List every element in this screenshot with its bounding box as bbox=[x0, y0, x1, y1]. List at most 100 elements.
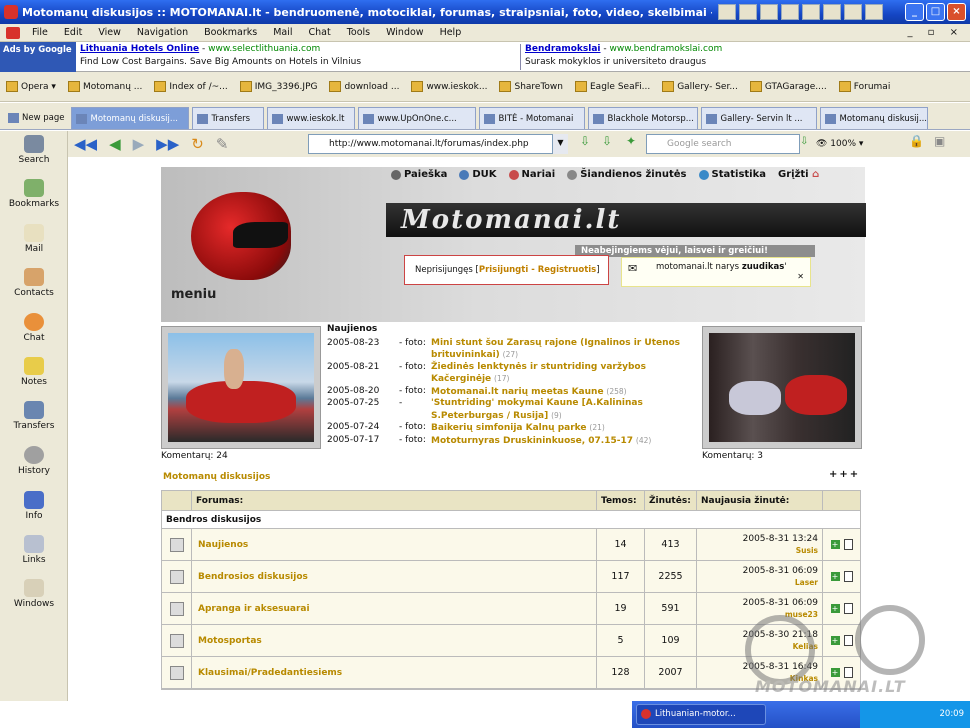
search-go-icon[interactable]: ⇩ bbox=[800, 136, 808, 147]
panel-windows[interactable]: Windows bbox=[0, 579, 68, 609]
tab-item[interactable]: Motomanų diskusij... bbox=[820, 107, 929, 129]
rewind-icon[interactable]: ◀◀ bbox=[74, 135, 97, 153]
nav-home[interactable]: Grįžti ⌂ bbox=[778, 169, 819, 180]
bookmark-item[interactable]: Index of /~... bbox=[154, 81, 228, 92]
panel-info[interactable]: Info bbox=[0, 491, 68, 521]
tray-icon[interactable] bbox=[739, 4, 757, 20]
download-icon[interactable]: ⇩ bbox=[602, 134, 612, 148]
panel-contacts[interactable]: Contacts bbox=[0, 268, 68, 298]
last-post-user[interactable]: Laser bbox=[701, 577, 818, 589]
go-icon[interactable]: ⇩ bbox=[580, 134, 590, 148]
close-button[interactable]: × bbox=[947, 3, 966, 21]
menu-help[interactable]: Help bbox=[432, 27, 470, 38]
tab-item[interactable]: www.ieskok.lt bbox=[267, 107, 356, 129]
bookmark-item[interactable]: IMG_3396.JPG bbox=[239, 81, 317, 92]
forum-link[interactable]: Apranga ir aksesuarai bbox=[192, 593, 597, 624]
camera-icon[interactable]: ▣ bbox=[934, 134, 945, 148]
tab-transfers[interactable]: Transfers bbox=[192, 107, 265, 129]
menu-file[interactable]: File bbox=[24, 27, 56, 38]
panel-mail[interactable]: Mail bbox=[0, 224, 68, 254]
nav-todays-posts[interactable]: Šiandienos žinutės bbox=[567, 169, 687, 180]
photo-left[interactable] bbox=[161, 326, 321, 449]
menu-chat[interactable]: Chat bbox=[300, 27, 338, 38]
opera-menu-icon[interactable] bbox=[6, 26, 20, 39]
new-page-button[interactable]: New page bbox=[4, 107, 69, 129]
document-icon[interactable] bbox=[843, 571, 853, 582]
news-link[interactable]: Baikerių simfonija Kalnų parke bbox=[431, 423, 587, 433]
reload-icon[interactable]: ↻ bbox=[191, 135, 204, 153]
member-name[interactable]: zuudikas bbox=[742, 262, 785, 272]
ad-bendramokslai[interactable]: Bendramokslai - www.bendramokslai.com Su… bbox=[525, 43, 722, 69]
ad-title[interactable]: Bendramokslai bbox=[525, 44, 600, 54]
panel-links[interactable]: Links bbox=[0, 535, 68, 565]
menu-window[interactable]: Window bbox=[378, 27, 431, 38]
bookmark-item[interactable]: GTAGarage.... bbox=[749, 81, 827, 92]
document-icon[interactable] bbox=[843, 539, 853, 550]
register-link[interactable]: Registruotis bbox=[538, 265, 597, 275]
envelope-icon[interactable]: ✉ bbox=[628, 262, 637, 275]
document-window-controls[interactable]: _ ▫ × bbox=[907, 27, 964, 38]
plus-icon[interactable]: + bbox=[830, 540, 840, 549]
comments-right[interactable]: Komentarų: 3 bbox=[702, 451, 763, 461]
menu-view[interactable]: View bbox=[90, 27, 129, 38]
nav-members[interactable]: Nariai bbox=[508, 169, 555, 180]
plus-icon[interactable]: + bbox=[830, 572, 840, 581]
login-link[interactable]: Prisijungti bbox=[479, 265, 528, 275]
breadcrumb[interactable]: Motomanų diskusijos bbox=[163, 472, 270, 482]
menu-bookmarks[interactable]: Bookmarks bbox=[196, 27, 265, 38]
nav-faq[interactable]: DUK bbox=[459, 169, 497, 180]
bookmark-opera[interactable]: Opera ▾ bbox=[6, 81, 56, 92]
tray-icon[interactable] bbox=[718, 4, 736, 20]
menu-tools[interactable]: Tools bbox=[339, 27, 378, 38]
edit-icon[interactable]: ✎ bbox=[216, 135, 229, 153]
bookmark-item[interactable]: Forumai bbox=[838, 81, 890, 92]
last-post-user[interactable]: Susis bbox=[701, 545, 818, 557]
news-link[interactable]: Mototurnyras Druskininkuose, 07.15-17 bbox=[431, 436, 633, 446]
panel-search[interactable]: Search bbox=[0, 135, 68, 165]
address-dropdown-icon[interactable]: ▼ bbox=[552, 134, 568, 154]
minimize-button[interactable]: _ bbox=[905, 3, 924, 21]
wand-icon[interactable]: ✦ bbox=[626, 134, 636, 148]
address-field[interactable]: http://www.motomanai.lt/forumas/index.ph… bbox=[308, 134, 568, 154]
fast-forward-icon[interactable]: ▶▶ bbox=[156, 135, 179, 153]
panel-history[interactable]: History bbox=[0, 446, 68, 476]
news-link[interactable]: 'Stuntriding' mokymai Kaune [A.Kalininas… bbox=[431, 398, 643, 421]
maximize-button[interactable]: □ bbox=[926, 3, 945, 21]
tray-icon[interactable] bbox=[760, 4, 778, 20]
tab-item[interactable]: www.UpOnOne.c... bbox=[358, 107, 477, 129]
tab-motomanu-active[interactable]: Motomanų diskusij... bbox=[71, 107, 190, 129]
forum-link[interactable]: Bendrosios diskusijos bbox=[192, 561, 597, 592]
panel-bookmarks[interactable]: Bookmarks bbox=[0, 179, 68, 209]
ad-lithuania-hotels[interactable]: Lithuania Hotels Online - www.selectlith… bbox=[80, 43, 361, 69]
bookmark-item[interactable]: ShareTown bbox=[499, 81, 563, 92]
menu-navigation[interactable]: Navigation bbox=[129, 27, 196, 38]
close-icon[interactable]: ✕ bbox=[797, 272, 804, 281]
news-link[interactable]: Žiedinės lenktynės ir stuntriding varžyb… bbox=[431, 362, 646, 385]
tray-icon[interactable] bbox=[844, 4, 862, 20]
ad-title[interactable]: Lithuania Hotels Online bbox=[80, 44, 199, 54]
forward-icon[interactable]: ▶ bbox=[133, 135, 145, 153]
tray-icon[interactable] bbox=[865, 4, 883, 20]
news-link[interactable]: Mini stunt šou Zarasų rajone (Ignalinos … bbox=[431, 338, 680, 361]
ads-by-google[interactable]: Ads by Google bbox=[0, 42, 76, 72]
tab-item[interactable]: BITĖ - Motomanai bbox=[479, 107, 586, 129]
comments-left[interactable]: Komentarų: 24 bbox=[161, 451, 228, 461]
expand-all[interactable]: +++ bbox=[829, 469, 860, 480]
tab-item[interactable]: Gallery- Servin lt ... bbox=[701, 107, 818, 129]
tab-item[interactable]: Blackhole Motorsp... bbox=[588, 107, 699, 129]
menu-mail[interactable]: Mail bbox=[265, 27, 300, 38]
bookmark-item[interactable]: Gallery- Ser... bbox=[662, 81, 738, 92]
tray-icon[interactable] bbox=[781, 4, 799, 20]
site-logo[interactable]: Motomanai.lt bbox=[401, 205, 621, 235]
photo-right[interactable] bbox=[702, 326, 862, 449]
zoom-control[interactable]: 👁 100% ▾ bbox=[816, 134, 886, 154]
forum-link[interactable]: Naujienos bbox=[192, 529, 597, 560]
bookmark-item[interactable]: download ... bbox=[329, 81, 399, 92]
panel-transfers[interactable]: Transfers bbox=[0, 401, 68, 431]
bookmark-item[interactable]: Motomanų ... bbox=[67, 81, 142, 92]
tray-icon[interactable] bbox=[802, 4, 820, 20]
menu-edit[interactable]: Edit bbox=[56, 27, 90, 38]
search-field[interactable]: Google search bbox=[646, 134, 800, 154]
bookmark-item[interactable]: www.ieskok... bbox=[411, 81, 487, 92]
taskbar-task[interactable]: Lithuanian-motor... bbox=[636, 704, 766, 725]
